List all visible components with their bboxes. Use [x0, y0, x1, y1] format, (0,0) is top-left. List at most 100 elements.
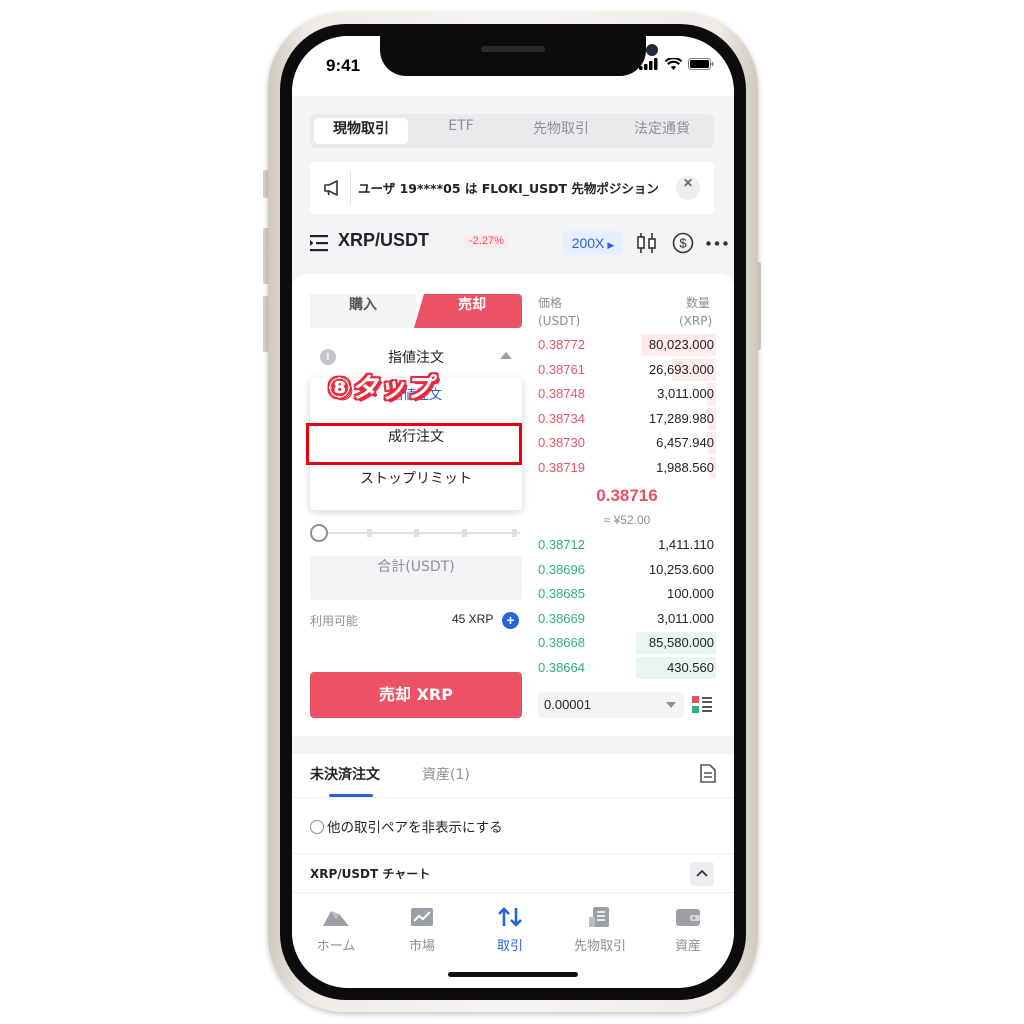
document-icon[interactable] — [700, 764, 716, 783]
candlestick-chart-icon[interactable] — [636, 233, 658, 253]
tab-etf[interactable]: ETF — [414, 118, 508, 144]
ask-price: 0.38730 — [538, 435, 585, 451]
ask-price: 0.38772 — [538, 337, 585, 352]
add-funds-icon[interactable]: + — [502, 612, 519, 629]
ask-price: 0.38748 — [538, 386, 585, 402]
bid-row[interactable]: 0.38668 85,580.000 — [538, 631, 716, 655]
slider-tick — [512, 529, 517, 537]
nav-home[interactable]: ホーム — [292, 907, 380, 954]
phone-screen: 9:41 現物取引 ETF 先物取引 法定通貨 ユーザ 19****05 は F… — [292, 36, 734, 988]
ask-row[interactable]: 0.38719 1,988.560 — [538, 456, 716, 480]
nav-trade[interactable]: 取引 — [466, 907, 554, 954]
last-price-fiat: ≈ ¥52.00 — [603, 513, 651, 527]
tap-callout: ⑧タップ — [328, 373, 432, 404]
nav-futures-label: 先物取引 — [573, 939, 626, 954]
bid-row[interactable]: 0.38696 10,253.600 — [538, 558, 716, 582]
price-header: 価格 — [538, 296, 563, 310]
precision-value: 0.00001 — [544, 697, 591, 712]
amount-slider[interactable] — [310, 524, 522, 542]
bid-price: 0.38712 — [538, 537, 585, 552]
sell-tab[interactable]: 売却 — [422, 294, 522, 328]
ask-quantity: 1,988.560 — [656, 460, 714, 475]
slider-tick — [462, 529, 467, 537]
announcement-divider — [350, 170, 351, 206]
notch — [380, 36, 658, 76]
last-price: 0.38716 — [596, 486, 658, 505]
announcement-banner[interactable]: ユーザ 19****05 は FLOKI_USDT 先物ポジション ✕ — [310, 162, 714, 214]
close-icon[interactable]: ✕ — [676, 176, 700, 200]
slider-track — [318, 532, 520, 534]
total-input[interactable]: 合計(USDT) — [310, 556, 522, 600]
chevron-up-icon[interactable] — [690, 862, 714, 886]
option-stop-limit[interactable]: ストップリミット — [310, 468, 522, 508]
bid-price: 0.38668 — [538, 635, 585, 651]
hide-other-pairs-label: 他の取引ペアを非表示にする — [327, 820, 503, 836]
buy-tab[interactable]: 購入 — [310, 294, 416, 328]
bid-row[interactable]: 0.38685 100.000 — [538, 582, 716, 606]
market-type-tabs: 現物取引 ETF 先物取引 法定通貨 — [310, 114, 714, 148]
caret-right-icon: ▶ — [607, 240, 615, 250]
leverage-button[interactable]: 200X ▶ — [563, 231, 623, 255]
bid-quantity: 3,011.000 — [657, 610, 714, 626]
nav-futures[interactable]: 先物取引 — [556, 907, 644, 954]
tab-fiat[interactable]: 法定通貨 — [614, 118, 710, 144]
precision-select[interactable]: 0.00001 — [538, 692, 684, 718]
orderbook-layout-icon[interactable] — [692, 696, 712, 714]
announcement-text: ユーザ 19****05 は FLOKI_USDT 先物ポジション — [358, 181, 659, 196]
ask-row[interactable]: 0.38748 3,011.000 — [538, 382, 716, 406]
chart-row-label: XRP/USDT チャート — [310, 867, 431, 881]
tab-spot[interactable]: 現物取引 — [314, 118, 408, 144]
ask-quantity: 3,011.000 — [657, 386, 714, 402]
nav-assets[interactable]: 資産 — [644, 907, 732, 954]
caret-up-icon — [500, 352, 512, 359]
menu-list-icon[interactable] — [310, 234, 330, 252]
bid-price: 0.38664 — [538, 660, 585, 675]
futures-icon — [589, 907, 609, 927]
bid-row[interactable]: 0.38664 430.560 — [538, 656, 716, 680]
ask-price: 0.38734 — [538, 410, 585, 426]
megaphone-icon — [324, 180, 338, 196]
bid-quantity: 85,580.000 — [648, 635, 714, 651]
wallet-icon — [676, 909, 700, 926]
wifi-icon — [665, 58, 682, 70]
nav-assets-label: 資産 — [674, 939, 701, 954]
available-value: 45 XRP — [452, 612, 494, 626]
hide-other-pairs-row[interactable]: 他の取引ペアを非表示にする — [310, 816, 503, 836]
slider-tick — [367, 529, 372, 537]
price-unit: (USDT) — [538, 314, 581, 328]
pair-name[interactable]: XRP/USDT — [338, 230, 429, 251]
pair-header: XRP/USDT -2.27% 200X ▶ $ — [310, 228, 728, 258]
bid-row[interactable]: 0.38712 1,411.110 — [538, 533, 716, 557]
ask-quantity: 26,693.000 — [648, 361, 714, 377]
ask-row[interactable]: 0.38734 17,289.980 — [538, 407, 716, 431]
nav-market[interactable]: 市場 — [378, 907, 466, 954]
slider-tick — [414, 529, 419, 537]
speaker-grille — [481, 46, 545, 52]
tab-assets[interactable]: 資産(1) — [422, 764, 470, 784]
nav-home-label: ホーム — [316, 939, 356, 954]
ask-row[interactable]: 0.38772 80,023.000 — [538, 333, 716, 357]
ask-row[interactable]: 0.38730 6,457.940 — [538, 431, 716, 455]
market-icon — [411, 908, 433, 926]
dollar-circle-icon[interactable]: $ — [672, 232, 694, 254]
tab-futures[interactable]: 先物取引 — [514, 118, 608, 144]
ask-quantity: 6,457.940 — [656, 435, 714, 451]
qty-unit: (XRP) — [679, 314, 713, 328]
available-label: 利用可能 — [310, 614, 359, 628]
tab-open-orders[interactable]: 未決済注文 — [310, 764, 380, 784]
ask-row[interactable]: 0.38761 26,693.000 — [538, 358, 716, 382]
status-time: 9:41 — [326, 56, 361, 75]
slider-handle[interactable] — [310, 524, 328, 542]
bid-quantity: 1,411.110 — [658, 537, 714, 552]
more-options-icon[interactable] — [706, 241, 728, 246]
bid-quantity: 100.000 — [667, 586, 714, 602]
front-camera — [646, 44, 658, 56]
trade-icon — [498, 907, 522, 927]
bid-row[interactable]: 0.38669 3,011.000 — [538, 607, 716, 631]
bid-price: 0.38685 — [538, 586, 585, 602]
radio-button[interactable] — [310, 820, 324, 834]
bid-quantity: 430.560 — [667, 660, 714, 675]
sell-submit-button[interactable]: 売却 XRP — [310, 672, 522, 718]
battery-icon — [688, 58, 714, 70]
ask-quantity: 17,289.980 — [648, 410, 714, 426]
